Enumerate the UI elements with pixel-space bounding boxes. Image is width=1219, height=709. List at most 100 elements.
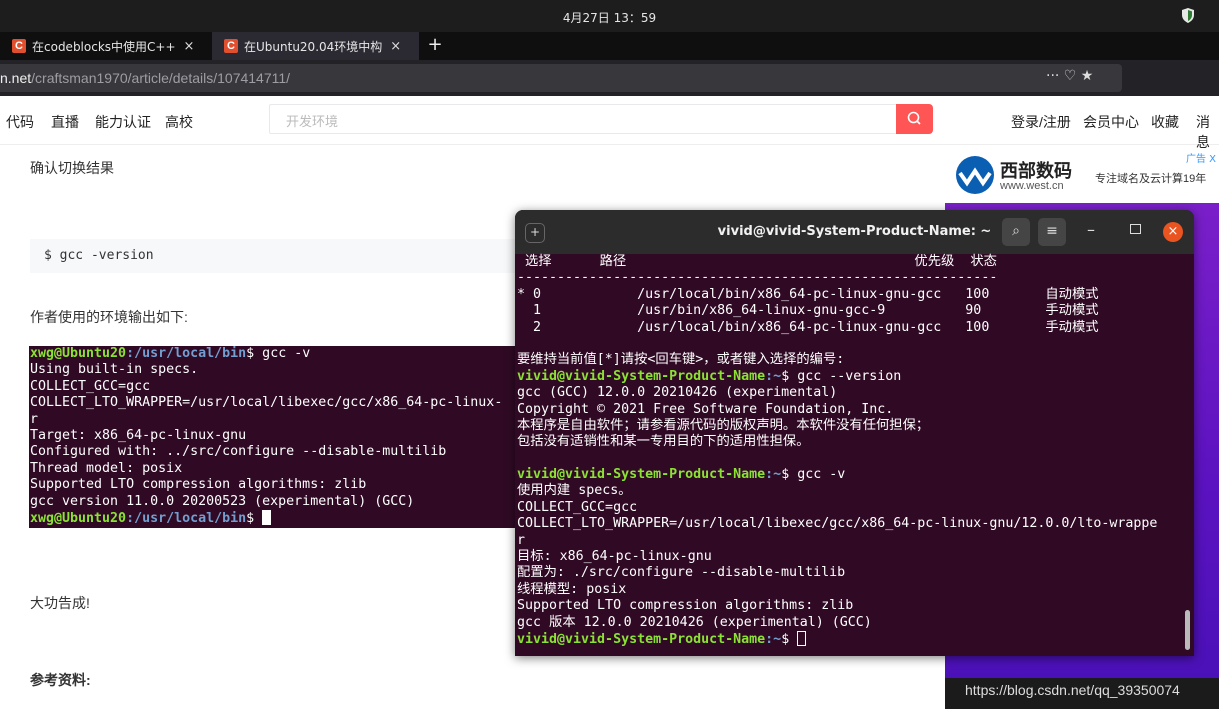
west-logo-icon bbox=[956, 156, 994, 194]
output-text: 使用内建 specs。 bbox=[517, 483, 632, 499]
tab-bar: C 在codeblocks中使用C++ × C 在Ubuntu20.04环境中构… bbox=[0, 32, 1219, 60]
output-text: 1 /usr/bin/x86_64-linux-gnu-gcc-9 90 手动模… bbox=[517, 303, 1099, 319]
article-paragraph: 确认切换结果 bbox=[30, 160, 114, 176]
url-domain: n.net bbox=[0, 70, 32, 86]
search-icon bbox=[907, 111, 921, 125]
output-text: Supported LTO compression algorithms: zl… bbox=[517, 598, 854, 614]
prompt-path: :/usr/local/bin bbox=[126, 346, 247, 361]
login-link[interactable]: 登录/注册 bbox=[1011, 112, 1071, 132]
output-text: Configured with: ../src/configure --disa… bbox=[30, 444, 447, 460]
prompt-path: :~ bbox=[765, 631, 782, 647]
terminal-line: 配置为: ./src/configure --disable-multilib bbox=[517, 565, 1187, 581]
prompt-user: vivid@vivid-System-Product-Name bbox=[517, 631, 766, 647]
messages-link[interactable]: 消息 bbox=[1196, 112, 1219, 152]
terminal-line: Thread model: posix bbox=[30, 461, 502, 477]
tab-title: 在codeblocks中使用C++ bbox=[32, 39, 176, 54]
output-text: 要维持当前值[*]请按<回车键>，或者键入选择的编号: bbox=[517, 352, 845, 368]
terminal-line: 目标: x86_64-pc-linux-gnu bbox=[517, 549, 1187, 565]
output-text: COLLECT_GCC=gcc bbox=[517, 499, 638, 515]
csdn-favicon-icon: C bbox=[12, 39, 26, 53]
terminal-line: xwg@Ubuntu20:/usr/local/bin$ bbox=[30, 509, 502, 526]
ad-label[interactable]: 广告 X bbox=[1186, 150, 1216, 165]
prompt-user: xwg@Ubuntu20 bbox=[30, 510, 127, 526]
nav-item-college[interactable]: 高校 bbox=[165, 112, 193, 132]
prompt-user: xwg@Ubuntu20 bbox=[30, 346, 127, 361]
terminal-window[interactable]: + vivid@vivid-System-Product-Name: ~ ⌕ ≡… bbox=[515, 210, 1194, 656]
code-text: $ gcc -version bbox=[44, 248, 154, 263]
terminal-screenshot: xwg@Ubuntu20:/usr/local/bin$ gcc -v Using… bbox=[29, 342, 589, 528]
output-text: r bbox=[517, 532, 526, 548]
terminal-line: COLLECT_LTO_WRAPPER=/usr/local/libexec/g… bbox=[30, 395, 502, 411]
output-text: 本程序是自由软件；请参看源代码的版权声明。本软件没有任何担保； bbox=[517, 417, 930, 433]
search-placeholder: 开发环境 bbox=[286, 115, 339, 130]
close-icon[interactable]: × bbox=[1163, 222, 1183, 242]
terminal-line: Using built-in specs. bbox=[30, 362, 502, 378]
terminal-output[interactable]: 选择 路径 优先级 状态 ----------------------------… bbox=[517, 254, 1187, 654]
terminal-line: vivid@vivid-System-Product-Name:~$ gcc -… bbox=[517, 369, 1187, 385]
terminal-line: 2 /usr/local/bin/x86_64-pc-linux-gnu-gcc… bbox=[517, 320, 1187, 336]
tab-ubuntu[interactable]: C 在Ubuntu20.04环境中构 × bbox=[212, 32, 419, 60]
prompt-path: :/usr/local/bin bbox=[126, 510, 247, 526]
article-heading: 参考资料: bbox=[30, 672, 91, 688]
tab-codeblocks[interactable]: C 在codeblocks中使用C++ × bbox=[0, 32, 212, 60]
maximize-icon[interactable] bbox=[1130, 224, 1141, 234]
terminal-line: Target: x86_64-pc-linux-gnu bbox=[30, 428, 502, 444]
command-text: $ gcc -v bbox=[781, 467, 846, 483]
output-text: gcc version 11.0.0 20200523 (experimenta… bbox=[30, 493, 415, 509]
favorites-link[interactable]: 收藏 bbox=[1151, 112, 1179, 132]
clock[interactable]: 4月27日 13：59 bbox=[0, 9, 1219, 26]
terminal-line: r bbox=[517, 533, 1187, 549]
output-text: 2 /usr/local/bin/x86_64-pc-linux-gnu-gcc… bbox=[517, 319, 1099, 335]
prompt-user: vivid@vivid-System-Product-Name bbox=[517, 467, 766, 483]
terminal-line: COLLECT_LTO_WRAPPER=/usr/local/libexec/g… bbox=[517, 516, 1187, 532]
terminal-line: xwg@Ubuntu20:/usr/local/bin$ gcc -v bbox=[30, 346, 502, 362]
output-text: 目标: x86_64-pc-linux-gnu bbox=[517, 549, 712, 565]
terminal-line: 包括没有适销性和某一专用目的下的适用性担保。 bbox=[517, 434, 1187, 450]
terminal-line: Copyright © 2021 Free Software Foundatio… bbox=[517, 402, 1187, 418]
shield-icon[interactable] bbox=[1181, 8, 1195, 23]
scrollbar[interactable] bbox=[1185, 610, 1190, 650]
terminal-titlebar[interactable]: + vivid@vivid-System-Product-Name: ~ ⌕ ≡… bbox=[515, 210, 1194, 254]
prompt-path: :~ bbox=[765, 368, 782, 384]
nav-item-live[interactable]: 直播 bbox=[51, 112, 79, 132]
terminal-line: vivid@vivid-System-Product-Name:~$ bbox=[517, 630, 1187, 647]
menu-icon[interactable]: ≡ bbox=[1038, 218, 1066, 246]
terminal-line: Configured with: ../src/configure --disa… bbox=[30, 444, 502, 460]
terminal-line: COLLECT_GCC=gcc bbox=[517, 500, 1187, 516]
output-text: 配置为: ./src/configure --disable-multilib bbox=[517, 565, 846, 581]
command-text: $ gcc -v bbox=[246, 346, 311, 361]
close-tab-icon[interactable]: × bbox=[184, 39, 195, 54]
search-button[interactable] bbox=[896, 104, 933, 134]
new-tab-button[interactable]: + bbox=[425, 32, 445, 60]
url-text[interactable]: n.net/craftsman1970/article/details/1074… bbox=[0, 70, 290, 86]
csdn-favicon-icon: C bbox=[224, 39, 238, 53]
terminal-line: COLLECT_GCC=gcc bbox=[30, 379, 502, 395]
close-tab-icon[interactable]: × bbox=[390, 39, 401, 54]
nav-item-code[interactable]: 代码 bbox=[6, 112, 34, 132]
output-text: COLLECT_LTO_WRAPPER=/usr/local/libexec/g… bbox=[517, 516, 1158, 532]
minimize-icon[interactable]: – bbox=[1087, 220, 1095, 239]
url-path: /craftsman1970/article/details/107414711… bbox=[31, 70, 291, 86]
page-actions-icons[interactable]: ··· ♡ ★ bbox=[1046, 68, 1093, 84]
prompt-user: vivid@vivid-System-Product-Name bbox=[517, 368, 766, 384]
output-text: COLLECT_LTO_WRAPPER=/usr/local/libexec/g… bbox=[30, 395, 503, 411]
watermark: https://blog.csdn.net/qq_39350074 bbox=[945, 678, 1219, 709]
nav-item-cert[interactable]: 能力认证 bbox=[95, 112, 151, 132]
terminal-line: gcc version 11.0.0 20200523 (experimenta… bbox=[30, 494, 502, 510]
output-text: r bbox=[30, 411, 39, 427]
text-cursor bbox=[797, 630, 807, 646]
terminal-line: ----------------------------------------… bbox=[517, 270, 1187, 286]
terminal-line: vivid@vivid-System-Product-Name:~$ gcc -… bbox=[517, 467, 1187, 483]
search-input[interactable] bbox=[269, 104, 897, 134]
article-paragraph: 作者使用的环境输出如下: bbox=[30, 309, 188, 325]
command-text: $ gcc --version bbox=[781, 368, 902, 384]
output-text: ----------------------------------------… bbox=[517, 270, 998, 286]
output-text: Thread model: posix bbox=[30, 460, 183, 476]
search-icon[interactable]: ⌕ bbox=[1002, 218, 1030, 246]
ad-slogan: 专注域名及云计算19年 bbox=[1095, 173, 1207, 185]
article-paragraph: 大功告成! bbox=[30, 595, 90, 611]
terminal-line: r bbox=[30, 412, 502, 428]
vip-link[interactable]: 会员中心 bbox=[1083, 112, 1139, 132]
output-text: Using built-in specs. bbox=[30, 362, 199, 378]
